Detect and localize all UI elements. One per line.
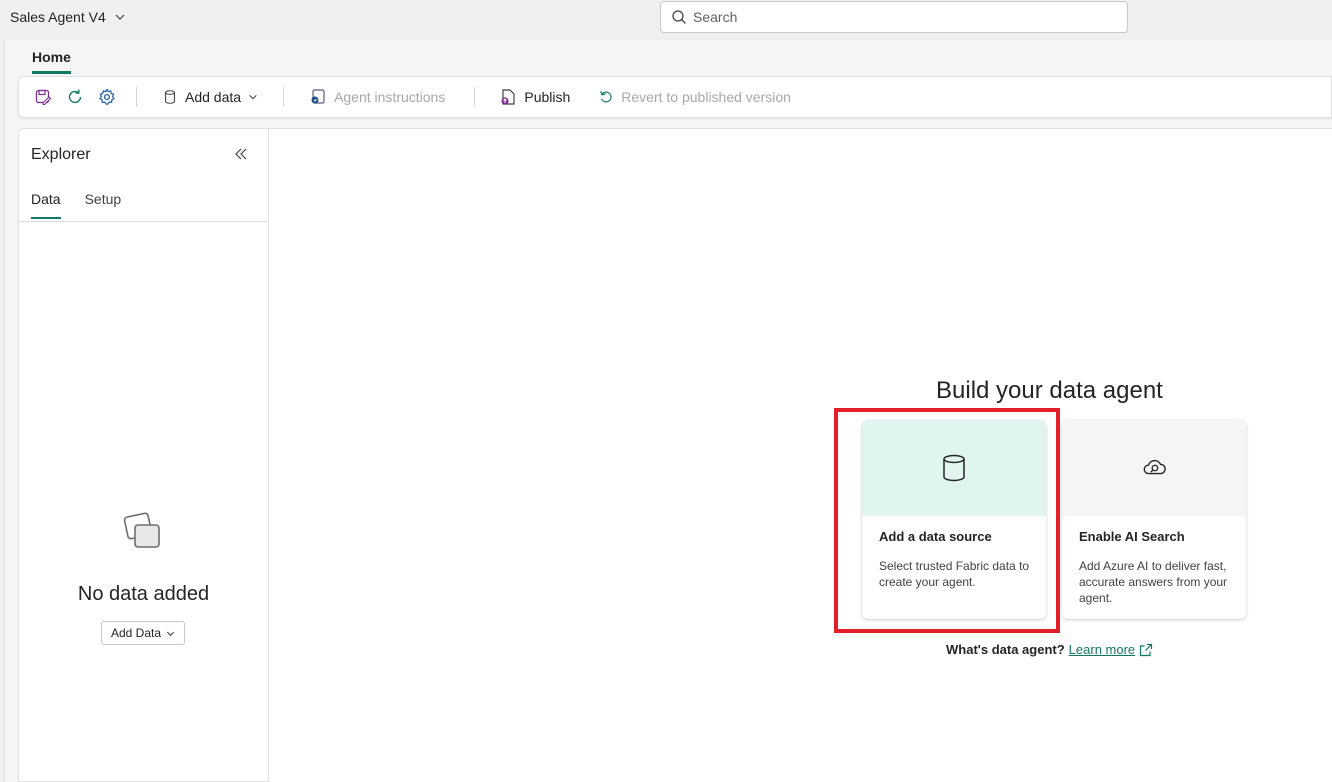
card-icon-area [1062,420,1246,516]
save-icon[interactable] [34,88,52,106]
page-title: Build your data agent [936,377,1163,404]
card-title: Enable AI Search [1079,529,1185,544]
toolbar-divider [474,87,476,107]
empty-data-icon [123,512,160,548]
search-icon [672,10,686,24]
add-data-source-card[interactable]: Add a data source Select trusted Fabric … [862,420,1046,619]
cloud-search-icon [1143,459,1166,475]
enable-ai-search-card[interactable]: Enable AI Search Add Azure AI to deliver… [1062,420,1246,619]
settings-icon[interactable] [98,88,116,106]
explorer-title: Explorer [31,146,91,163]
publish-label: Publish [524,89,571,105]
card-description: Add Azure AI to deliver fast, accurate a… [1079,559,1228,605]
collapse-panel-icon[interactable] [233,146,249,162]
agent-instructions-label: Agent instructions [334,89,446,105]
chevron-down-icon [249,94,257,100]
toolbar-divider [283,87,285,107]
tab-setup[interactable]: Setup [85,191,122,219]
chevron-down-icon [115,14,125,20]
add-data-dropdown-button[interactable]: Add Data [101,621,185,645]
tab-data[interactable]: Data [31,191,61,219]
refresh-icon[interactable] [66,88,84,106]
toolbar-divider [136,87,137,107]
empty-state-title: No data added [77,583,210,605]
card-description: Select trusted Fabric data to create you… [879,559,1030,589]
add-data-small-label: Add Data [110,626,162,640]
agent-instructions-button[interactable]: Agent instructions [309,88,445,106]
chevron-down-icon [166,631,175,636]
app-title-dropdown[interactable]: Sales Agent V4 [10,9,126,25]
search-input[interactable] [693,9,1113,25]
add-data-button[interactable]: Add data [162,88,258,106]
add-data-label: Add data [185,89,242,105]
revert-button[interactable]: Revert to published version [598,89,791,105]
revert-icon [600,91,612,103]
agent-instructions-icon [311,89,325,104]
revert-label: Revert to published version [621,89,791,105]
footer-question: What's data agent? [946,642,1065,657]
learn-more-row: What's data agent? Learn more [946,642,1153,657]
divider [19,221,268,222]
ribbon-toolbar: Add data Agent instructions Publish Reve… [18,76,1332,118]
card-title: Add a data source [879,529,992,544]
explorer-panel: Explorer Data Setup No data added Add Da… [18,128,269,782]
card-icon-area [862,420,1046,516]
learn-more-link[interactable]: Learn more [1069,642,1135,657]
search-box[interactable] [660,1,1128,33]
publish-button[interactable]: Publish [499,88,570,106]
explorer-tabs: Data Setup [31,191,121,219]
database-icon [943,454,965,482]
app-title-label: Sales Agent V4 [10,9,106,25]
external-link-icon[interactable] [1139,643,1153,657]
top-bar: Sales Agent V4 [0,0,1332,40]
publish-icon [501,89,515,105]
database-icon [165,90,175,104]
tab-home[interactable]: Home [32,49,71,74]
